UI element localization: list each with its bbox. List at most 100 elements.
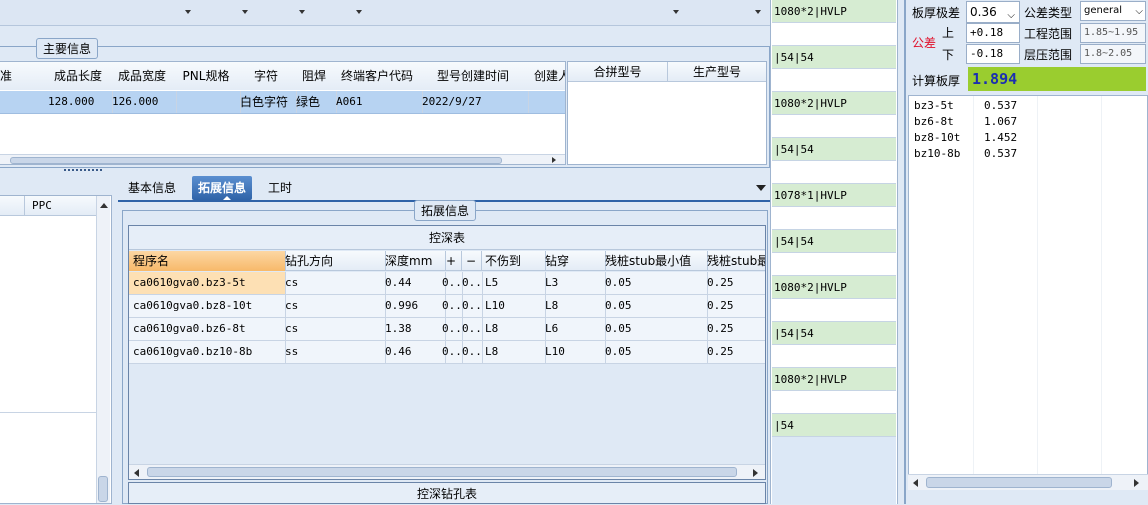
calculated-thickness-label: 计算板厚 — [912, 74, 961, 88]
dropdown-arrow-icon[interactable] — [755, 10, 761, 14]
list-item[interactable] — [772, 161, 896, 184]
column-header[interactable]: 成品宽度 — [110, 62, 175, 90]
calculated-thickness-value: 1.894 — [968, 67, 1146, 91]
table-row[interactable]: ca0610gva0.bz3-5t cs 0.44 0.. 0.. L5 L3 … — [129, 272, 765, 295]
table-row[interactable]: ca0610gva0.bz8-10t cs 0.996 0.. 0.. L10 … — [129, 295, 765, 318]
list-item[interactable] — [772, 207, 896, 230]
list-item[interactable]: bz3-5t 0.537 — [914, 98, 1017, 114]
scroll-left-icon[interactable] — [913, 479, 918, 487]
list-item[interactable]: bz10-8b 0.537 — [914, 146, 1017, 162]
scroll-right-icon[interactable] — [552, 157, 556, 163]
item-value: 0.537 — [984, 99, 1018, 112]
column-header[interactable]: + — [441, 251, 462, 271]
scrollbar-thumb[interactable] — [10, 157, 502, 164]
table-row[interactable]: 128.000 126.000 白色字符 绿色 A061 2022/9/27 — [0, 91, 565, 114]
table-cell: cs — [281, 295, 386, 317]
list-item[interactable] — [772, 69, 896, 92]
column-header[interactable]: 成品长度 — [46, 62, 111, 90]
horizontal-scrollbar[interactable] — [0, 154, 565, 164]
chevron-down-icon[interactable]: ⌵ — [1007, 6, 1015, 22]
column-header[interactable]: 字符 — [238, 62, 295, 90]
column-header[interactable]: − — [461, 251, 482, 271]
column-header[interactable]: PNL规格 — [174, 62, 239, 90]
column-header[interactable]: PPC — [32, 196, 52, 216]
table-row[interactable]: ca0610gva0.bz6-8t cs 1.38 0.. 0.. L8 L6 … — [129, 318, 765, 341]
list-item[interactable]: 1080*2|HVLP — [772, 0, 896, 23]
list-item[interactable]: 1080*2|HVLP — [772, 276, 896, 299]
dropdown-arrow-icon[interactable] — [356, 10, 362, 14]
tab-menu-arrow-icon[interactable] — [756, 185, 766, 191]
splitter-handle[interactable] — [40, 168, 120, 174]
dropdown-arrow-icon[interactable] — [242, 10, 248, 14]
horizontal-scrollbar[interactable] — [908, 474, 1148, 490]
list-item[interactable]: |54|54 — [772, 138, 896, 161]
list-item[interactable]: 1080*2|HVLP — [772, 368, 896, 391]
list-item[interactable]: 1080*2|HVLP — [772, 92, 896, 115]
tab-basic-info[interactable]: 基本信息 — [122, 176, 182, 200]
scroll-left-icon[interactable] — [134, 469, 139, 477]
table-row[interactable]: ca0610gva0.bz10-8b ss 0.46 0.. 0.. L8 L1… — [129, 341, 765, 364]
list-item[interactable] — [772, 23, 896, 46]
column-header[interactable]: 合拼型号 — [568, 62, 668, 82]
column-header[interactable]: 程序名 — [129, 251, 286, 271]
column-header[interactable]: 不伤到 — [481, 251, 546, 271]
thickness-tolerance-select[interactable]: 0.36 ⌵ — [966, 1, 1020, 23]
scrollbar-thumb[interactable] — [98, 476, 108, 502]
list-divider — [0, 412, 96, 413]
vertical-scrollbar[interactable] — [96, 196, 110, 503]
thickness-tolerance-label: 板厚极差 — [912, 6, 961, 20]
scroll-right-icon[interactable] — [1134, 479, 1139, 487]
tab-work-hours[interactable]: 工时 — [262, 176, 298, 200]
scroll-up-icon[interactable] — [100, 203, 108, 208]
list-item[interactable] — [772, 115, 896, 138]
list-item[interactable]: |54|54 — [772, 230, 896, 253]
list-item[interactable]: bz8-10t 1.452 — [914, 130, 1017, 146]
column-header[interactable]: 终端客户代码 — [334, 62, 421, 90]
list-item[interactable]: |54 — [772, 414, 896, 437]
list-item[interactable] — [772, 345, 896, 368]
column-header[interactable]: 残桩stub最小值 — [601, 251, 708, 271]
item-name: bz6-8t — [914, 115, 954, 128]
list-item[interactable] — [772, 299, 896, 322]
press-range-input[interactable]: 1.8~2.05 — [1080, 44, 1146, 64]
table-cell: cs — [281, 272, 386, 294]
list-item[interactable]: |54|54 — [772, 322, 896, 345]
scroll-right-icon[interactable] — [753, 469, 758, 477]
scrollbar-thumb[interactable] — [926, 477, 1112, 488]
lower-tolerance-input[interactable]: -0.18 — [966, 44, 1020, 64]
table-cell: 白色字符 — [238, 91, 297, 113]
list-item[interactable] — [772, 253, 896, 276]
tolerance-type-select[interactable]: general ⌵ — [1080, 1, 1146, 21]
table-cell: 0.996 — [381, 295, 446, 317]
table-cell: L10 — [541, 341, 606, 363]
scrollbar-thumb[interactable] — [147, 467, 737, 477]
dropdown-arrow-icon[interactable] — [673, 10, 679, 14]
table-cell: 0.05 — [601, 295, 708, 317]
chevron-down-icon[interactable]: ⌵ — [1135, 3, 1143, 20]
column-header[interactable]: 阻焊 — [294, 62, 335, 90]
list-item[interactable] — [772, 391, 896, 414]
column-header[interactable]: 残桩stub最 — [703, 251, 765, 271]
column-header[interactable]: 生产型号 — [668, 62, 766, 82]
table-cell: 0.. — [461, 295, 483, 317]
dropdown-arrow-icon[interactable] — [185, 10, 191, 14]
horizontal-scrollbar[interactable] — [129, 464, 765, 479]
table-cell: 0.. — [461, 272, 483, 294]
table-cell: 0.05 — [601, 341, 708, 363]
upper-tolerance-input[interactable]: +0.18 — [966, 23, 1020, 43]
column-header[interactable]: 准 — [0, 62, 47, 90]
column-header[interactable]: 深度mm — [381, 251, 446, 271]
dropdown-arrow-icon[interactable] — [299, 10, 305, 14]
list-item[interactable]: 1078*1|HVLP — [772, 184, 896, 207]
table-cell: 0.. — [441, 318, 463, 340]
table-cell: 0.. — [441, 341, 463, 363]
column-header[interactable]: 型号创建时间 — [420, 62, 527, 90]
column-header[interactable]: 创建人 — [526, 62, 565, 90]
column-header[interactable]: 钻穿 — [541, 251, 606, 271]
engineering-range-input[interactable]: 1.85~1.95 — [1080, 23, 1146, 43]
table-cell: 0.25 — [707, 345, 734, 358]
column-header[interactable]: 钻孔方向 — [281, 251, 386, 271]
table-cell: 2022/9/27 — [420, 91, 529, 113]
list-item[interactable]: bz6-8t 1.067 — [914, 114, 1017, 130]
list-item[interactable]: |54|54 — [772, 46, 896, 69]
